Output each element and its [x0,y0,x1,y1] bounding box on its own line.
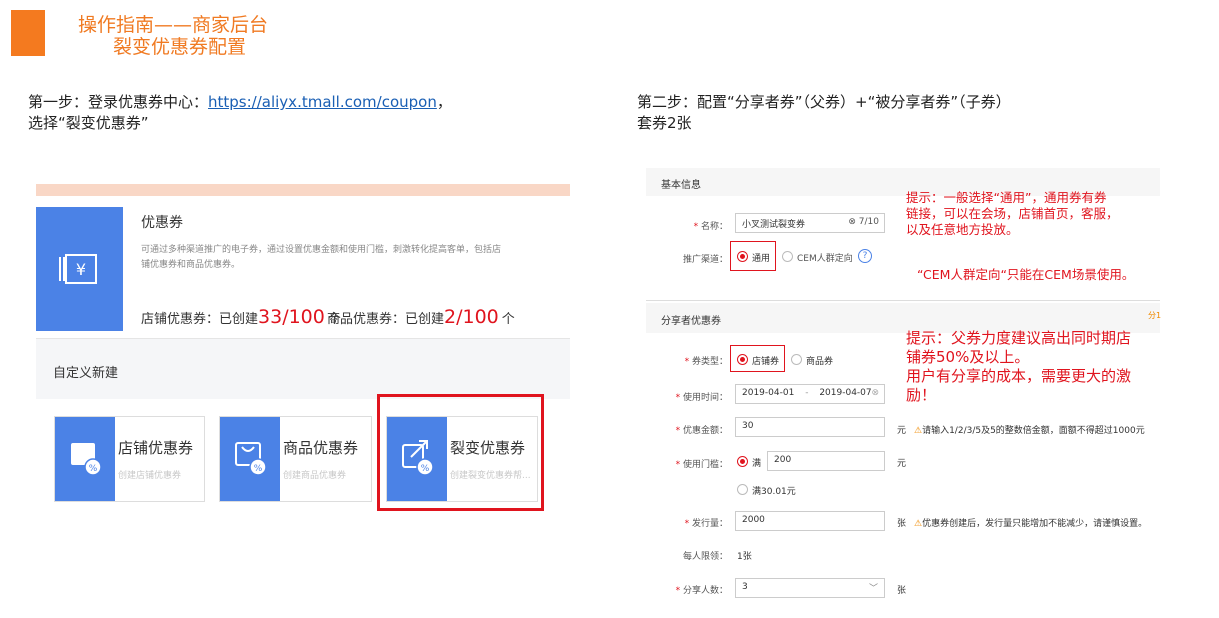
time-range-input[interactable]: 2019-04-01 - 2019-04-07 ⊗ [735,384,885,404]
name-count: ⊗ 7/10 [848,217,879,227]
svg-text:%: % [254,464,263,474]
card-sub: 创建店铺优惠券 [118,471,182,481]
store-icon: % [55,417,115,501]
channel-label: 推广渠道： [682,255,728,265]
step2-text: 第二步：配置“分享者券”（父券）+“被分享者券”（子券） [637,93,1011,111]
bag-icon: % [220,417,280,501]
panel-top-band [36,184,570,196]
channel-option-general: 通用 [752,254,771,264]
name-input[interactable]: 小叉测试裂变券 ⊗ 7/10 [735,213,885,233]
coupon-desc-2: 铺优惠券和商品优惠券。 [141,260,241,270]
threshold-alt-label: 满30.01元 [752,487,796,497]
threshold-input[interactable]: 200 [767,451,885,471]
issue-unit: 张 [897,519,907,529]
card-sub: 创建商品优惠券 [283,471,347,481]
clear-icon[interactable]: ⊗ [871,388,879,398]
type-option-item: 商品券 [806,357,834,367]
step1-line2: 选择“裂变优惠券” [28,114,149,132]
coupon-main-icon: ¥ [36,207,123,331]
warning-icon: ⚠ [914,426,923,436]
step1-text: 第一步：登录优惠券中心：https://aliyx.tmall.com/coup… [28,92,452,112]
svg-text:¥: ¥ [76,260,86,279]
section-title: 自定义新建 [53,366,119,381]
card-item-coupon[interactable]: % 商品优惠券 创建商品优惠券 [219,416,372,502]
card-label: 商品优惠券 [283,439,359,457]
page-subtitle: 裂变优惠券配置 [113,36,247,58]
type-label: * 券类型： [684,357,728,367]
card-label: 店铺优惠券 [118,439,194,457]
coupon-desc-1: 可通过多种渠道推广的电子券，通过设置优惠金额和使用门槛，刺激转化提高客单，包括店 [141,245,502,255]
sharer-title: 分享者优惠券 [661,316,721,327]
share-unit: 张 [897,586,907,596]
threshold-unit: 元 [897,459,907,469]
page-title: 操作指南——商家后台 [78,14,269,36]
section-divider [646,300,1160,301]
channel-option-cem: CEM人群定向 [797,254,853,264]
coupon-title: 优惠券 [141,215,183,231]
amount-hint: ⚠请输入1/2/3/5及5的整数倍金额，面额不得超过1000元 [914,426,1145,436]
tip-general: 提示：一般选择“通用”，通用券有券 链接，可以在会场，店铺首页，客服， 以及任意… [906,190,1119,237]
warning-icon: ⚠ [914,519,923,529]
coupon-center-link[interactable]: https://aliyx.tmall.com/coupon [208,93,437,111]
item-stat-label: 商品优惠券：已创建 [327,312,445,327]
issue-input[interactable]: 2000 [735,511,885,531]
issue-label: * 发行量： [684,519,728,529]
channel-radio-general[interactable] [737,251,748,262]
item-coupon-stat: 商品优惠券：已创建2/100 个 [327,306,515,328]
accent-bar [11,10,45,56]
name-label: * 名称： [693,222,728,232]
basic-info-title: 基本信息 [661,180,701,191]
item-stat-value: 2/100 [444,306,499,328]
threshold-label: * 使用门槛： [675,460,728,470]
tip-cem: “CEM人群定向“只能在CEM场景使用。 [917,267,1135,282]
shop-stat-label: 店铺优惠券：已创建 [141,312,259,327]
threshold-radio-alt[interactable] [737,484,748,495]
card-shop-coupon[interactable]: % 店铺优惠券 创建店铺优惠券 [54,416,205,502]
amount-unit: 元 [897,426,907,436]
svg-text:%: % [89,464,98,474]
type-option-shop: 店铺券 [752,357,780,367]
shop-coupon-stat: 店铺优惠券：已创建33/100 个 [141,306,341,328]
step1-suffix: ， [436,93,452,111]
shop-stat-value: 33/100 [258,306,325,328]
chevron-down-icon: ﹀ [868,584,878,594]
amount-label: * 优惠金额： [675,426,728,436]
time-label: * 使用时间： [675,393,728,403]
threshold-min-label: 满 [752,459,762,469]
type-radio-item[interactable] [791,354,802,365]
type-radio-shop[interactable] [737,354,748,365]
channel-radio-cem[interactable] [782,251,793,262]
step1-prefix: 第一步：登录优惠券中心： [28,93,209,111]
amount-input[interactable]: 30 [735,417,885,437]
help-icon[interactable]: ? [858,249,872,263]
limit-label: 每人限领： [682,552,728,562]
highlight-box [377,394,544,511]
tip-parent-coupon: 提示：父券力度建议高出同时期店 铺券50%及以上。 用户有分享的成本，需要更大的… [906,329,1132,404]
share-count-select[interactable]: 3 ﹀ [735,578,885,598]
threshold-radio-min[interactable] [737,456,748,467]
item-stat-unit: 个 [501,312,515,327]
limit-value: 1张 [737,552,752,562]
issue-hint: ⚠优惠券创建后，发行量只能增加不能减少，请谨慎设置。 [914,519,1148,529]
step2-line2: 套券2张 [637,114,692,132]
share-label: * 分享人数： [675,586,728,596]
sharer-corner-text: 分1 [1148,311,1162,320]
